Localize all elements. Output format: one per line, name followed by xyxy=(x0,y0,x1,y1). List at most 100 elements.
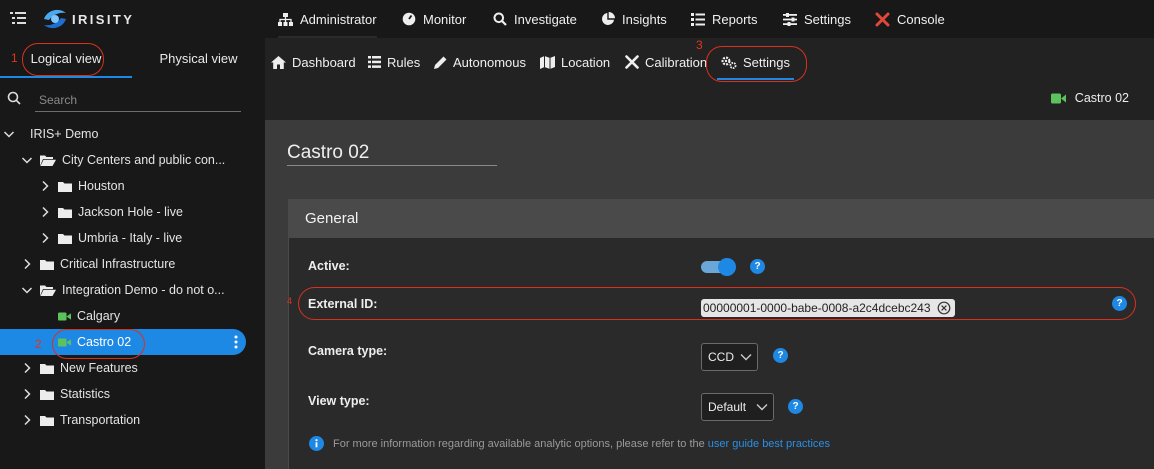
chevron-right-icon[interactable] xyxy=(38,179,52,193)
general-panel-title: General xyxy=(289,200,1154,238)
view-tabs: Logical view Physical view xyxy=(0,40,265,78)
view-type-select[interactable]: Default xyxy=(701,393,774,421)
folder-icon xyxy=(40,415,54,426)
nav-console[interactable]: Console xyxy=(875,0,945,38)
video-camera-icon xyxy=(1050,93,1066,103)
search-input[interactable] xyxy=(35,88,241,112)
sitemap-icon xyxy=(278,12,293,26)
tree-item[interactable]: Castro 02 xyxy=(0,329,246,355)
nav-investigate-label: Investigate xyxy=(514,11,577,27)
folder-icon xyxy=(58,181,72,192)
tree-item[interactable]: New Features xyxy=(0,355,265,381)
sub-navigation: Dashboard Rules Autonomous Location Cali… xyxy=(265,38,1154,120)
tree-item-label: Umbria - Italy - live xyxy=(78,231,183,245)
search-icon xyxy=(7,91,21,105)
chevron-down-icon xyxy=(740,354,752,361)
nav-administrator-label: Administrator xyxy=(300,11,377,27)
folder-icon xyxy=(58,233,72,244)
nav-insights-label: Insights xyxy=(622,11,667,27)
general-panel: General Active: ? External ID: 00000001-… xyxy=(288,199,1154,469)
camera-type-help-icon[interactable]: ? xyxy=(773,348,788,363)
nav-settings-label: Settings xyxy=(804,11,851,27)
video-camera-icon xyxy=(58,338,71,347)
chevron-right-icon[interactable] xyxy=(20,387,34,401)
subnav-autonomous-label: Autonomous xyxy=(453,54,526,70)
subnav-dashboard[interactable]: Dashboard xyxy=(271,52,356,72)
view-type-help-icon[interactable]: ? xyxy=(788,399,803,414)
tree-item[interactable]: Transportation xyxy=(0,407,265,433)
map-icon xyxy=(540,55,555,69)
sidebar: IRISITY Logical view Physical view IRIS+… xyxy=(0,0,265,469)
external-id-label: External ID: xyxy=(308,297,378,311)
folder-icon xyxy=(40,363,54,374)
home-icon xyxy=(271,55,286,69)
tree-item[interactable]: City Centers and public con... xyxy=(0,147,265,173)
nav-insights[interactable]: Insights xyxy=(601,0,667,38)
nav-reports-label: Reports xyxy=(712,11,758,27)
chevron-right-icon[interactable] xyxy=(20,361,34,375)
nav-settings[interactable]: Settings xyxy=(783,0,851,38)
chevron-right-icon[interactable] xyxy=(38,205,52,219)
tree-item-label: Integration Demo - do not o... xyxy=(62,283,225,297)
tab-logical-view[interactable]: Logical view xyxy=(0,40,132,78)
user-guide-link[interactable]: user guide best practices xyxy=(708,438,830,450)
chevron-down-icon[interactable] xyxy=(20,153,34,167)
tree-item[interactable]: Houston xyxy=(0,173,265,199)
top-navigation: Administrator Monitor Investigate Insigh… xyxy=(265,0,1154,38)
active-toggle[interactable] xyxy=(701,258,736,276)
tree-item[interactable]: Integration Demo - do not o... xyxy=(0,277,265,303)
tree-item-label: Transportation xyxy=(60,413,141,427)
search-icon xyxy=(493,12,507,26)
tree-item[interactable]: Calgary xyxy=(0,303,265,329)
subnav-location-label: Location xyxy=(561,54,611,70)
subnav-settings[interactable]: Settings xyxy=(717,52,794,80)
subnav-calibration[interactable]: Calibration xyxy=(625,52,707,72)
tree-item[interactable]: IRIS+ Demo xyxy=(0,121,265,147)
tools-icon xyxy=(625,55,639,69)
folder-icon xyxy=(40,389,54,400)
tree-item[interactable]: Critical Infrastructure xyxy=(0,251,265,277)
video-camera-icon xyxy=(58,312,71,321)
nav-monitor[interactable]: Monitor xyxy=(402,0,466,38)
main-content: Castro 02 General Active: ? External ID:… xyxy=(265,120,1154,469)
nav-investigate[interactable]: Investigate xyxy=(493,0,577,38)
brand-name: IRISITY xyxy=(72,12,135,27)
nav-reports[interactable]: Reports xyxy=(691,0,758,38)
chevron-down-icon[interactable] xyxy=(2,127,16,141)
camera-type-select[interactable]: CCD xyxy=(701,343,758,371)
subnav-calibration-label: Calibration xyxy=(645,54,708,70)
chevron-right-icon[interactable] xyxy=(38,231,52,245)
nav-monitor-label: Monitor xyxy=(423,11,467,27)
tree-menu-icon[interactable] xyxy=(10,11,26,25)
tree-item[interactable]: Statistics xyxy=(0,381,265,407)
subnav-settings-label: Settings xyxy=(743,54,790,70)
info-text: For more information regarding available… xyxy=(333,437,705,450)
camera-name-field[interactable]: Castro 02 xyxy=(287,142,497,166)
chevron-down-icon[interactable] xyxy=(20,283,34,297)
subnav-rules-label: Rules xyxy=(387,54,421,70)
list-icon xyxy=(368,56,381,68)
tree-item-label: City Centers and public con... xyxy=(62,153,226,167)
tab-physical-view[interactable]: Physical view xyxy=(132,40,265,78)
more-options-icon[interactable] xyxy=(234,335,238,349)
active-help-icon[interactable]: ? xyxy=(750,259,765,274)
tree-search xyxy=(0,84,265,114)
chevron-right-icon[interactable] xyxy=(20,257,34,271)
folder-open-icon xyxy=(40,285,56,296)
external-id-field[interactable]: 00000001-0000-babe-0008-a2c4dcebc243 xyxy=(701,299,955,317)
clear-icon[interactable] xyxy=(937,301,951,315)
gauge-icon xyxy=(402,12,416,26)
subnav-location[interactable]: Location xyxy=(540,52,610,72)
external-id-help-icon[interactable]: ? xyxy=(1112,296,1127,311)
nav-administrator[interactable]: Administrator xyxy=(278,0,377,38)
chevron-right-icon[interactable] xyxy=(20,413,34,427)
tree-item-label: Calgary xyxy=(77,309,121,323)
subnav-autonomous[interactable]: Autonomous xyxy=(434,52,526,72)
tree-item[interactable]: Jackson Hole - live xyxy=(0,199,265,225)
subnav-rules[interactable]: Rules xyxy=(368,52,420,72)
tree-item[interactable]: Umbria - Italy - live xyxy=(0,225,265,251)
tree-item-label: IRIS+ Demo xyxy=(30,127,99,141)
info-icon xyxy=(309,436,324,451)
nav-console-label: Console xyxy=(897,11,945,27)
